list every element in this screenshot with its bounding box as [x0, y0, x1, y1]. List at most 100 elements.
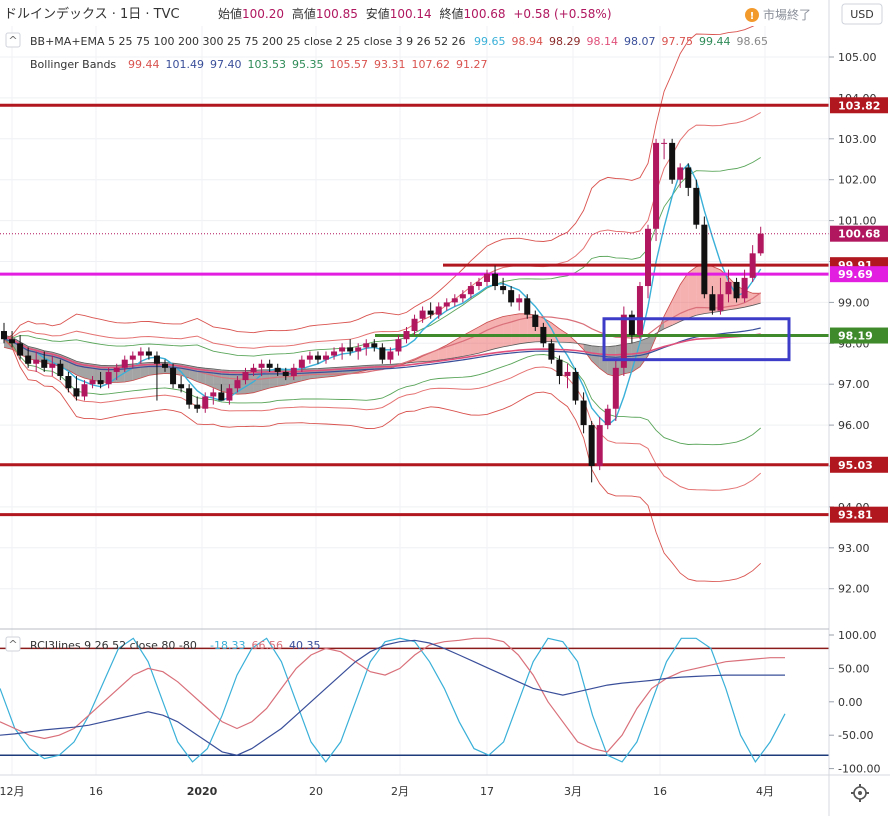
cloud-segment [495, 316, 504, 349]
currency-label: USD [850, 8, 874, 21]
candle [411, 318, 418, 332]
candle [475, 281, 482, 287]
candle [387, 351, 394, 360]
candle [677, 167, 684, 180]
candle [274, 367, 281, 372]
rci-lines [0, 637, 829, 764]
price-tick-label: 92.00 [838, 583, 870, 596]
candle [685, 167, 692, 188]
price-tags: 103.8299.9199.6998.1995.0393.81100.68 [830, 97, 888, 523]
candle [355, 347, 362, 352]
rci-line-26 [0, 637, 785, 753]
candle [145, 351, 152, 356]
candle [540, 326, 547, 344]
candle [596, 425, 603, 466]
candle [121, 359, 128, 368]
candle [323, 355, 329, 360]
candle [339, 347, 346, 352]
candle [371, 343, 378, 348]
market-closed-icon-glyph: ! [750, 11, 755, 22]
candle [508, 290, 515, 303]
candle [588, 425, 595, 466]
candle [218, 392, 225, 401]
candle [725, 281, 732, 295]
price-chart[interactable]: 92.0093.0094.0095.0096.0097.0098.0099.00… [0, 0, 890, 816]
rci-line-52 [0, 639, 785, 756]
candle [41, 359, 48, 368]
candle [162, 363, 168, 368]
candle [435, 306, 442, 315]
candle [49, 363, 56, 368]
candle [73, 388, 80, 397]
candle [757, 233, 764, 254]
gear-icon[interactable] [851, 784, 869, 802]
candle [290, 367, 297, 377]
time-tick-label: 20 [309, 785, 323, 798]
candle [467, 286, 474, 295]
price-tick-label: 97.00 [838, 378, 870, 391]
horizontal-line-3-tag-label: 98.19 [838, 330, 873, 343]
market-status[interactable]: 市場終了 [763, 7, 811, 22]
candle [524, 298, 531, 315]
candle [492, 273, 499, 287]
grid [0, 26, 829, 775]
candle [81, 384, 88, 397]
rci-collapse-icon: ^ [8, 638, 17, 651]
candle [89, 380, 96, 385]
candle [564, 371, 571, 377]
cloud-segment [511, 313, 520, 346]
candle [153, 355, 160, 364]
price-tick-label: 105.00 [838, 51, 877, 64]
price-tick-label: 101.00 [838, 215, 877, 228]
candle [548, 343, 555, 360]
indicator-legend-2[interactable]: Bollinger Bands 99.44 101.49 97.40 103.53 95… [30, 58, 488, 71]
last-price-tag-label: 100.68 [838, 228, 880, 241]
candle [701, 224, 708, 295]
candle [612, 367, 619, 409]
time-tick-label: 12月 [0, 785, 25, 798]
indicator-2-name: Bollinger Bands [30, 58, 116, 71]
header: ドルインデックス · 1日 · TVC 始値100.20 高値100.85 安値… [4, 3, 883, 25]
candle [645, 228, 651, 287]
time-tick-label: 4月 [756, 785, 774, 798]
time-axis[interactable]: 12月 16 2020 20 2月 17 3月 16 4月 [0, 785, 774, 798]
candle [113, 367, 120, 372]
time-tick-label: 2020 [187, 785, 218, 798]
candle [331, 351, 338, 356]
candle [97, 380, 104, 385]
rci-legend[interactable]: ^ RCI3lines 9 26 52 close 80 -80 -18.33 6… [5, 636, 320, 652]
candle [282, 371, 289, 377]
indicator-1-name: BB+MA+EMA 5 25 75 100 200 300 25 75 200 … [30, 35, 466, 48]
candle [395, 339, 402, 352]
price-tick-label: 96.00 [838, 419, 870, 432]
candle [210, 392, 217, 397]
candle [129, 355, 136, 360]
rci-tick-label: 50.00 [838, 662, 870, 675]
collapse-icon: ^ [8, 34, 17, 47]
candle [178, 384, 185, 389]
time-tick-label: 3月 [564, 785, 582, 798]
time-tick-label: 2月 [391, 785, 409, 798]
candle [65, 376, 72, 389]
price-tick-label: 102.00 [838, 174, 877, 187]
candle [484, 273, 490, 282]
candle [250, 367, 257, 372]
candle [258, 363, 265, 368]
horizontal-line-4-tag-label: 95.03 [838, 459, 873, 472]
symbol-title[interactable]: ドルインデックス · 1日 · TVC [4, 6, 180, 22]
candle [306, 355, 313, 360]
candle [105, 371, 112, 385]
candle [25, 355, 32, 364]
candle [266, 363, 273, 368]
rci-name: RCI3lines 9 26 52 close 80 -80 [30, 639, 197, 652]
candle [194, 404, 201, 409]
rci-tick-label: -50.00 [838, 729, 873, 742]
candle [661, 142, 668, 144]
candle [298, 359, 305, 368]
candle [242, 371, 249, 381]
candle [9, 339, 16, 344]
candle [516, 298, 523, 303]
rci-axis[interactable]: -100.00 -50.00 0.00 50.00 100.00 [829, 629, 880, 776]
indicator-legend-1[interactable]: ^ BB+MA+EMA 5 25 75 100 200 300 25 75 20… [5, 32, 768, 48]
candle [33, 359, 40, 364]
